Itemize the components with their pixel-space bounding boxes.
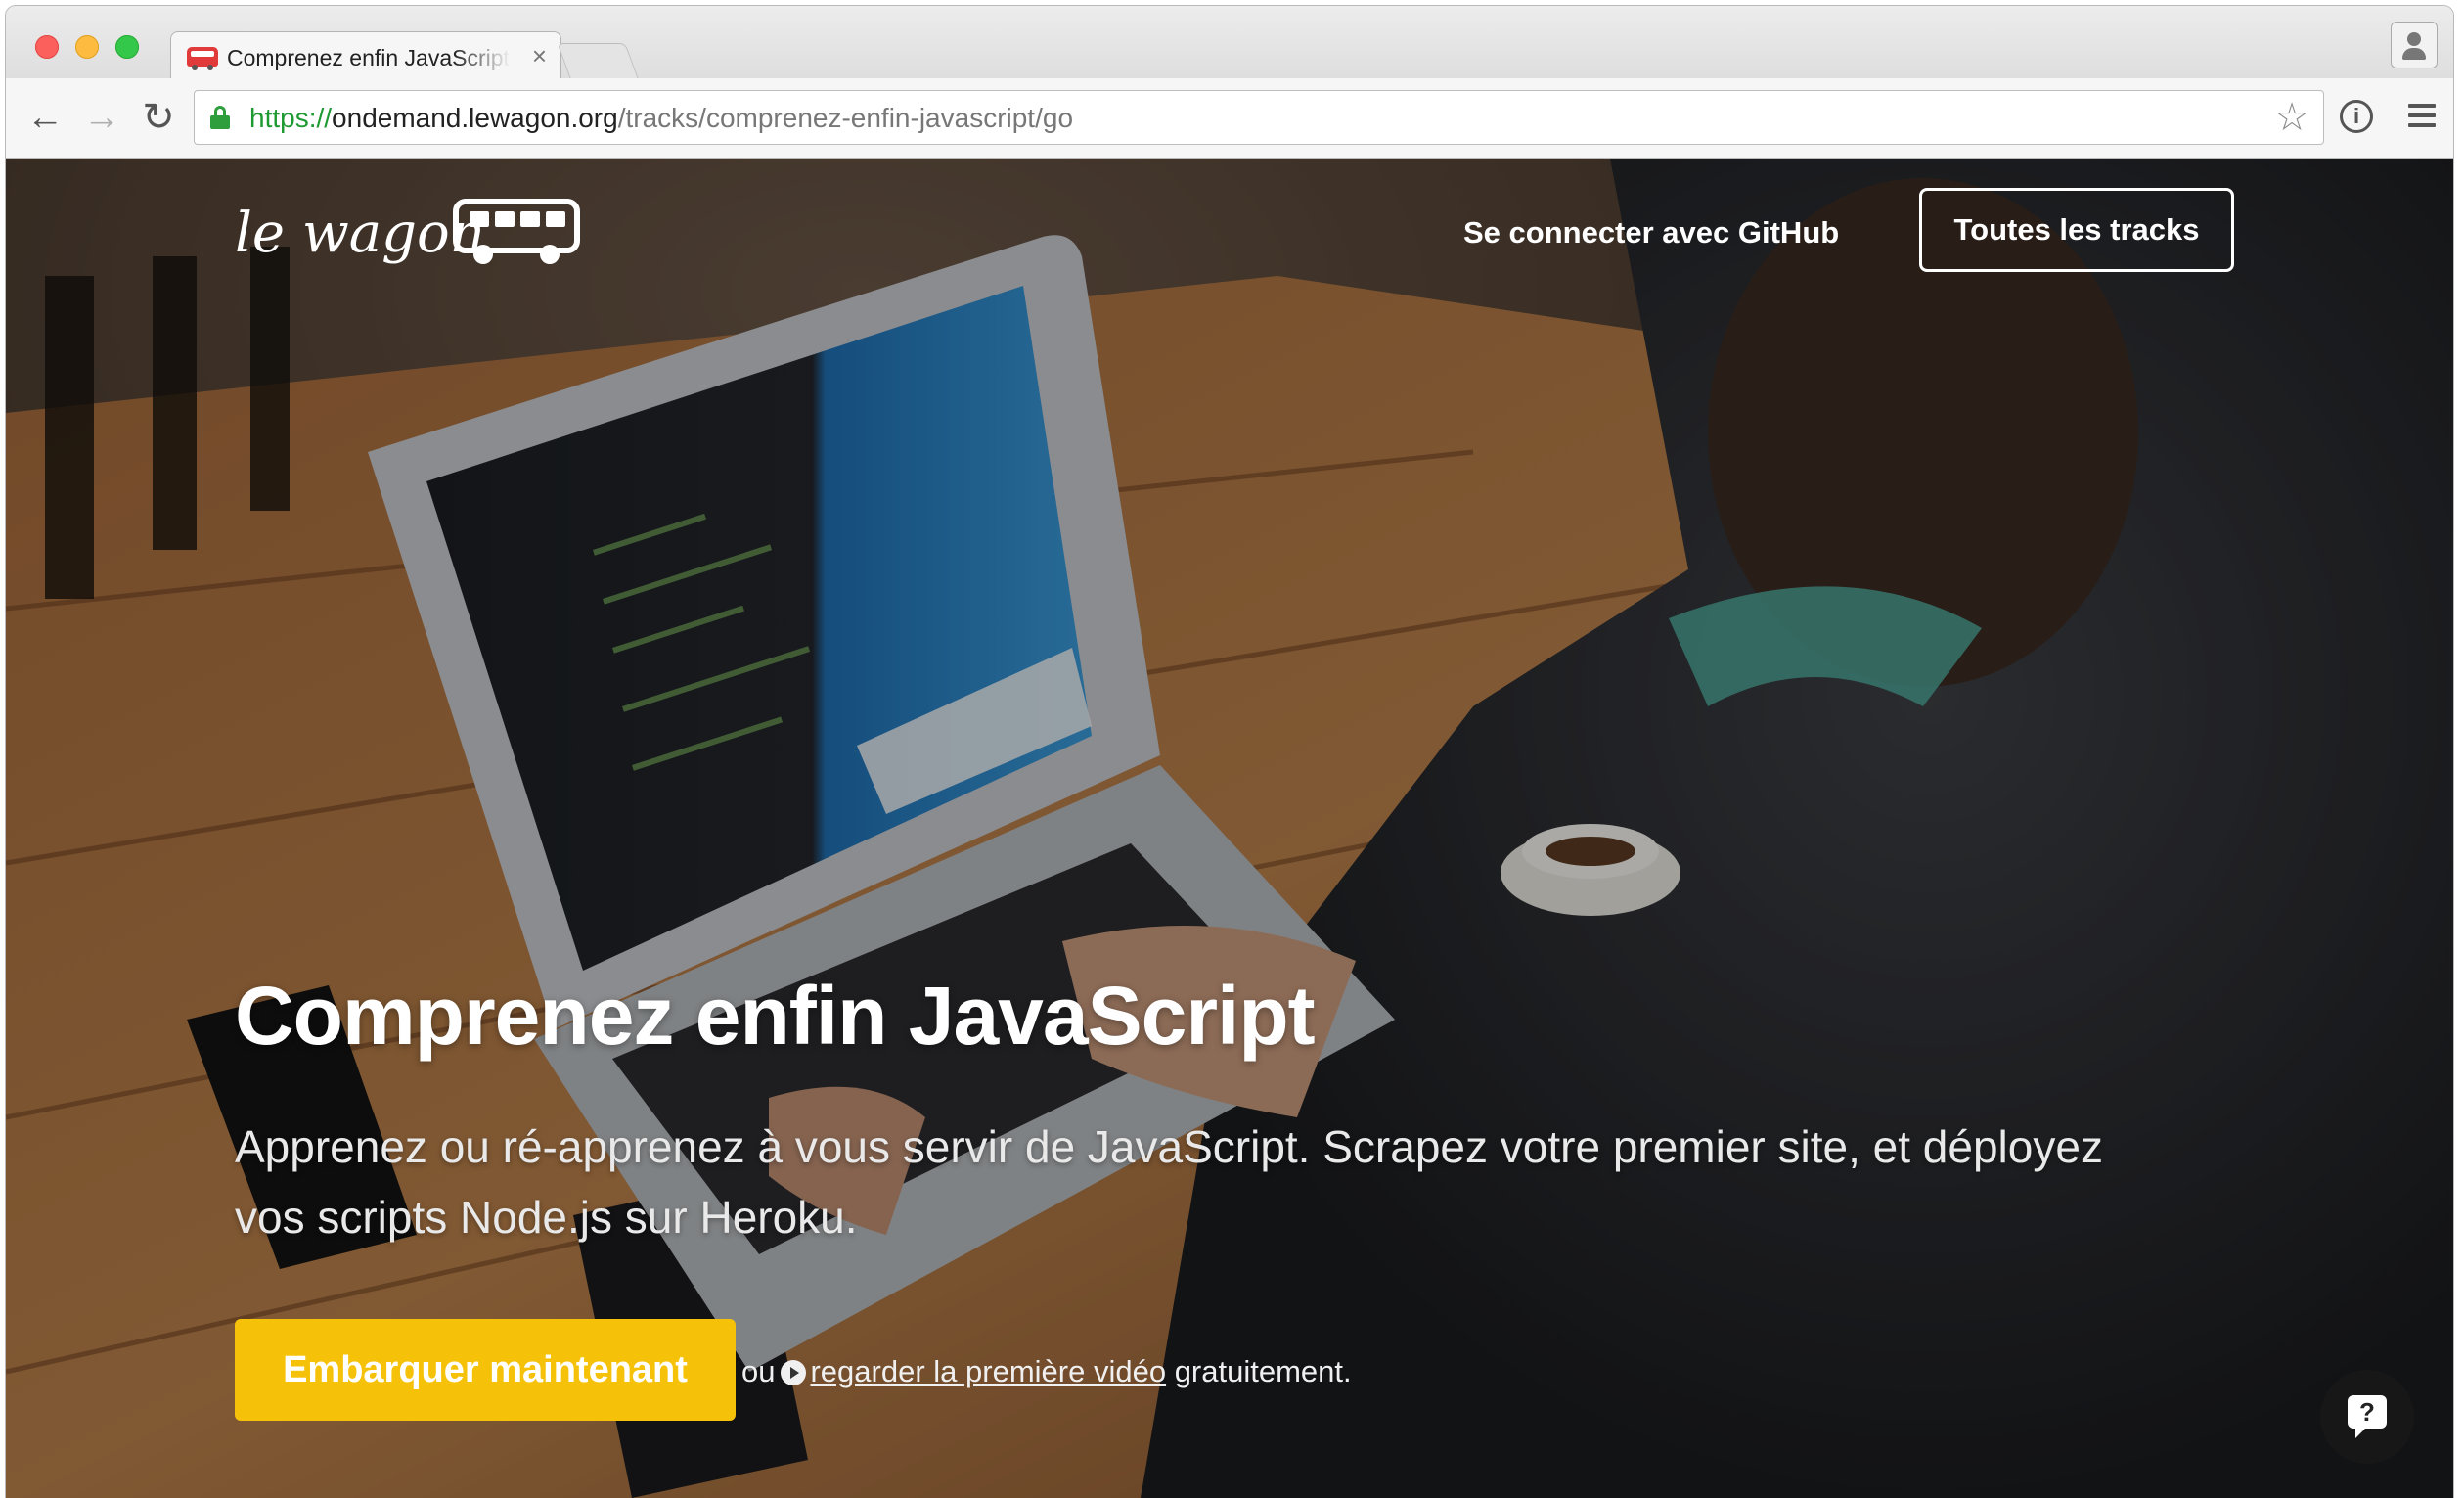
bookmark-star-icon[interactable]: ☆	[2274, 96, 2309, 139]
zoom-window-button[interactable]	[115, 35, 139, 59]
help-bubble-icon: ?	[2348, 1395, 2387, 1438]
extension-info-icon[interactable]: i	[2340, 100, 2373, 133]
browser-window: Comprenez enfin JavaScript × ← → ↻ https…	[6, 6, 2453, 1498]
logo-text: le wagon	[235, 202, 485, 265]
photo-dim-overlay	[6, 159, 2453, 1498]
hero-subtitle: Apprenez ou ré-apprenez à vous servir de…	[235, 1121, 2103, 1243]
page-viewport: le wagon Se connecter avec GitHub Toutes…	[6, 159, 2453, 1498]
new-tab-button[interactable]	[557, 43, 639, 78]
browser-toolbar: ← → ↻ https://ondemand.lewagon.org/track…	[6, 78, 2453, 159]
profile-icon[interactable]	[2391, 22, 2438, 68]
tab-close-icon[interactable]: ×	[532, 41, 547, 71]
bus-favicon-icon	[187, 47, 218, 70]
bus-icon	[453, 199, 580, 264]
first-video-link[interactable]: regarder la première vidéo	[810, 1354, 1166, 1388]
board-now-button[interactable]: Embarquer maintenant	[235, 1319, 736, 1421]
url-text[interactable]: https://ondemand.lewagon.org/tracks/comp…	[249, 103, 1073, 134]
menu-icon[interactable]	[2408, 104, 2436, 129]
url-scheme: https://	[249, 103, 333, 133]
all-tracks-button[interactable]: Toutes les tracks	[1919, 188, 2234, 272]
lock-icon[interactable]	[210, 106, 230, 129]
minimize-window-button[interactable]	[75, 35, 99, 59]
hero-title: Comprenez enfin JavaScript	[235, 970, 1316, 1062]
title-bar: Comprenez enfin JavaScript ×	[6, 6, 2453, 80]
forward-arrow-icon[interactable]: →	[80, 96, 123, 139]
free-video-prompt: ou regarder la première vidéo gratuitemen…	[741, 1354, 1352, 1389]
url-host: ondemand.lewagon.org	[332, 103, 618, 133]
address-bar[interactable]: https://ondemand.lewagon.org/tracks/comp…	[194, 90, 2324, 145]
browser-tab[interactable]: Comprenez enfin JavaScript ×	[170, 31, 561, 80]
url-path: /tracks/comprenez-enfin-javascript/go	[617, 103, 1074, 133]
github-login-link[interactable]: Se connecter avec GitHub	[1463, 215, 1839, 250]
tab-title: Comprenez enfin JavaScript	[227, 45, 510, 70]
close-window-button[interactable]	[35, 35, 59, 59]
back-arrow-icon[interactable]: ←	[23, 96, 67, 139]
play-circle-icon	[781, 1360, 807, 1385]
help-chat-button[interactable]: ?	[2320, 1370, 2414, 1464]
alt-suffix: gratuitement.	[1174, 1354, 1352, 1388]
alt-prefix: ou	[741, 1354, 776, 1388]
reload-icon[interactable]: ↻	[137, 96, 180, 139]
